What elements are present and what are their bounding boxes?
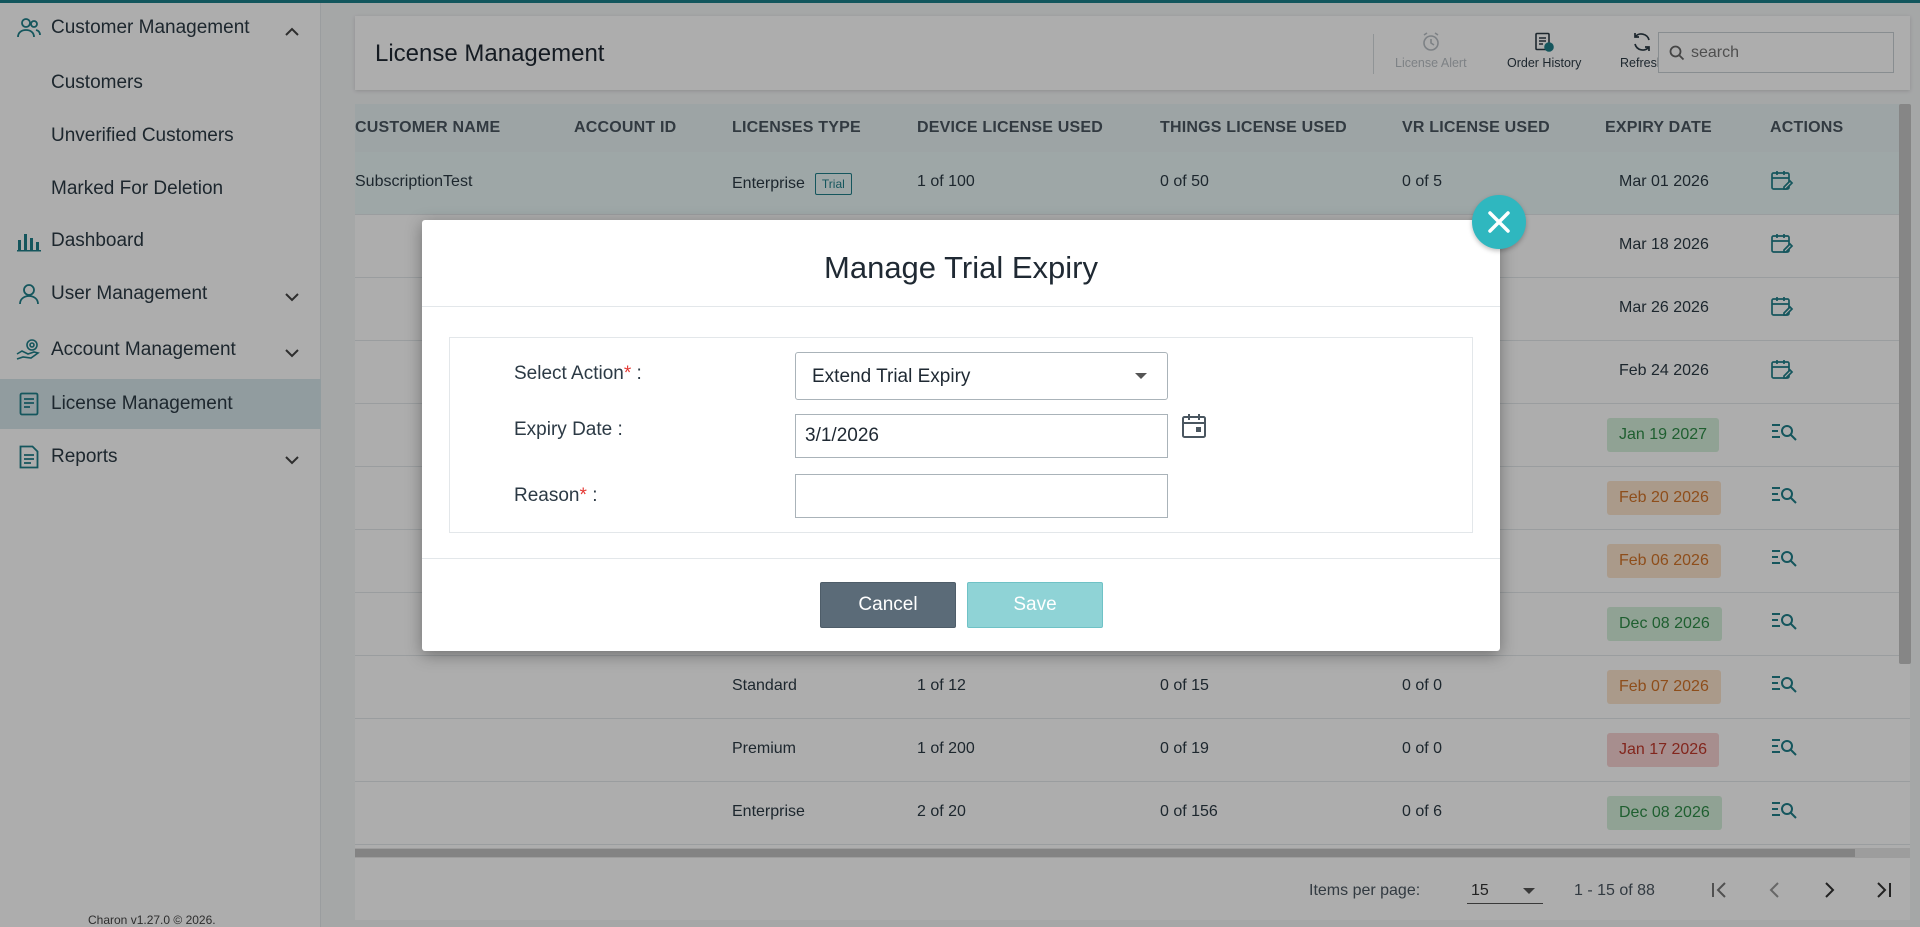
- label-colon: :: [636, 363, 642, 384]
- calendar-icon: [1182, 414, 1206, 438]
- dropdown-arrow-icon: [1135, 373, 1147, 379]
- required-marker: *: [623, 363, 632, 384]
- select-action-value: Extend Trial Expiry: [812, 366, 971, 387]
- reason-label-text: Reason: [514, 485, 580, 506]
- reason-input[interactable]: [795, 474, 1168, 518]
- select-action-label: Select Action* :: [514, 363, 642, 385]
- select-action-dropdown[interactable]: Extend Trial Expiry: [795, 352, 1168, 400]
- select-action-label-text: Select Action: [514, 363, 624, 384]
- expiry-date-input[interactable]: [795, 414, 1168, 458]
- datepicker-toggle[interactable]: [1180, 412, 1208, 445]
- required-marker: *: [579, 485, 587, 506]
- divider: [422, 306, 1500, 307]
- label-colon: :: [592, 485, 598, 506]
- close-dialog-button[interactable]: [1472, 195, 1526, 249]
- manage-trial-expiry-dialog: Manage Trial Expiry Select Action* : Ext…: [422, 220, 1500, 651]
- divider: [422, 558, 1500, 559]
- expiry-date-label-text: Expiry Date: [514, 419, 613, 440]
- reason-label: Reason* :: [514, 485, 597, 507]
- dialog-title: Manage Trial Expiry: [824, 250, 1098, 285]
- expiry-date-label: Expiry Date :: [514, 419, 623, 441]
- trial-expiry-form: Select Action* : Extend Trial Expiry Exp…: [449, 337, 1473, 533]
- close-icon: [1488, 211, 1510, 233]
- label-colon: :: [617, 419, 623, 440]
- cancel-button[interactable]: Cancel: [820, 582, 956, 628]
- save-button[interactable]: Save: [967, 582, 1103, 628]
